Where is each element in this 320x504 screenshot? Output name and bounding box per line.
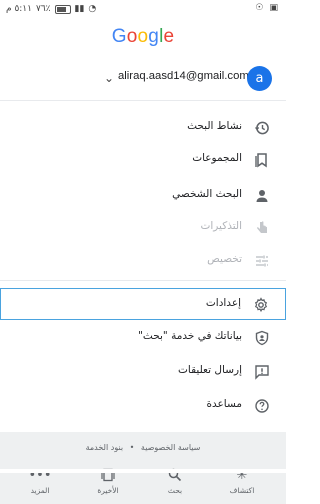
menu-item-label: البحث الشخصي [172,188,242,200]
google-logo: Google [0,26,286,48]
menu-item-search-activity[interactable]: نشاط البحث [0,112,286,144]
tune-icon [256,255,268,267]
battery-percent: ٧٦٪ [35,4,51,14]
nav-label: الأخيرة [97,486,119,495]
status-left: ٥:١١ م ٧٦٪ ▮▮ ◔ [6,4,96,14]
image-icon: ▣ [269,3,278,13]
nav-label: بحث [167,486,183,495]
menu-item-settings[interactable]: إعدادات [0,288,286,320]
menu-item-label: مساعدة [206,398,242,410]
wifi-icon: ◔ [88,4,97,14]
shield-person-icon [255,330,269,346]
menu-item-your-data[interactable]: بياناتك في خدمة "بحث" [0,322,286,354]
footer: سياسة الخصوصية • بنود الخدمة [0,432,286,462]
signal-icon: ▮▮ [74,4,85,14]
separator-dot: • [129,443,135,452]
bookmark-icon [255,153,267,168]
status-right: ☉ ▣ [255,3,278,13]
help-icon [255,399,269,413]
reminder-hand-icon [257,221,267,233]
logo-letter: o [126,26,138,47]
menu-item-label: المجموعات [192,152,242,164]
divider [0,280,286,281]
menu-item-personal-search[interactable]: البحث الشخصي [0,180,286,212]
divider [0,100,286,101]
accessibility-icon: ☉ [255,3,264,13]
menu-item-label: إعدادات [205,297,241,309]
menu-item-send-feedback[interactable]: إرسال تعليقات [0,356,286,388]
menu-item-label: نشاط البحث [187,120,242,132]
logo-letter: g [148,26,160,47]
clock: ٥:١١ م [6,4,32,14]
menu-item-help[interactable]: مساعدة [0,390,286,422]
menu-item-collections[interactable]: المجموعات [0,144,286,176]
logo-letter: o [137,26,149,47]
battery-icon [54,4,71,14]
chevron-down-icon: ⌄ [104,71,115,85]
privacy-policy-link[interactable]: سياسة الخصوصية [141,443,200,452]
nav-label: اكتشاف [229,486,255,495]
person-icon [256,190,268,202]
account-switcher[interactable]: ⌄ aliraq.aasd14@gmail.com a [0,66,286,91]
avatar[interactable]: a [247,66,272,91]
menu-item-reminders[interactable]: التذكيرات [0,212,286,244]
gear-icon [254,297,268,313]
menu-item-label: إرسال تعليقات [178,364,242,376]
menu-item-label: بياناتك في خدمة "بحث" [138,330,242,342]
footer-links: سياسة الخصوصية • بنود الخدمة [0,443,286,452]
home-indicator [0,469,286,473]
menu-item-customize[interactable]: تخصيص [0,245,286,277]
logo-letter: G [111,26,127,47]
terms-link[interactable]: بنود الخدمة [86,443,123,452]
account-email: aliraq.aasd14@gmail.com [118,70,249,82]
menu-item-label: التذكيرات [200,220,242,232]
history-icon [255,121,269,135]
feedback-icon [255,365,269,380]
status-bar: ٥:١١ م ٧٦٪ ▮▮ ◔ ☉ ▣ [0,0,286,20]
logo-letter: e [163,26,175,47]
menu-item-label: تخصيص [207,253,242,265]
nav-label: المزيد [30,486,50,495]
